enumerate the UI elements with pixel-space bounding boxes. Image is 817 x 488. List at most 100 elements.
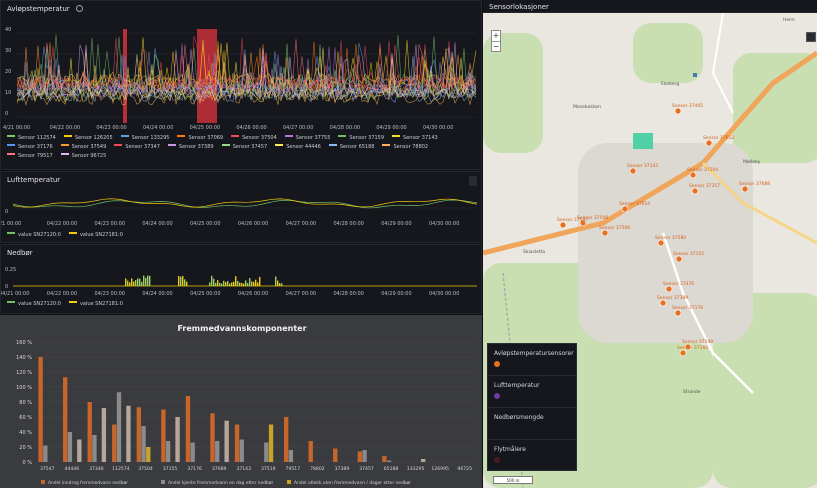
legend-swatch xyxy=(120,135,129,137)
x-tick-label: 04/27 00:00 xyxy=(285,291,317,297)
legend-label: Sensor 37176 xyxy=(18,144,53,150)
bar xyxy=(146,447,151,462)
x-tick-label: 04/27 00:00 xyxy=(285,221,317,227)
legend-item[interactable]: value SN27181:0 xyxy=(68,231,123,240)
sensor-label: Sensor 37504 xyxy=(687,167,718,173)
legend-item[interactable]: Sensor 78802 xyxy=(382,143,428,152)
legend-label: Sensor 37389 xyxy=(178,144,214,150)
legend-item[interactable]: Sensor 96725 xyxy=(60,152,106,161)
x-tick-label: 65188 xyxy=(384,466,399,472)
place-label: Strande xyxy=(683,389,701,395)
legend-swatch xyxy=(7,144,15,146)
legend-item[interactable]: Sensor 37755 xyxy=(284,134,330,143)
legend-item[interactable]: value SN27120:0 xyxy=(7,231,61,240)
bar xyxy=(87,402,92,462)
info-icon[interactable] xyxy=(75,5,83,12)
bar xyxy=(264,442,269,462)
fullscreen-icon[interactable] xyxy=(806,32,816,42)
bar xyxy=(224,420,229,462)
bar xyxy=(210,413,215,462)
rain-bar xyxy=(231,282,233,286)
legend-item[interactable]: Sensor 37143 xyxy=(392,134,438,143)
legend-swatch xyxy=(167,144,176,146)
sensor-label: Sensor 37476 xyxy=(663,281,694,287)
rain-bar xyxy=(219,282,221,286)
x-tick-label: 04/30 00:00 xyxy=(429,221,460,227)
legend-swatch xyxy=(60,153,69,155)
water-area xyxy=(633,133,653,149)
map-legend-row[interactable]: Lufttemperatur xyxy=(488,376,576,408)
rain-bar xyxy=(243,283,245,286)
legend-swatch xyxy=(231,135,240,137)
luft-legend: value SN27120:0 value SN27181:0 xyxy=(7,231,475,240)
x-tick-label: 44446 xyxy=(65,466,80,472)
rain-bar xyxy=(237,280,239,286)
map-legend-row[interactable]: Nedbørsmengde xyxy=(488,408,576,440)
y-tick-label: 120 % xyxy=(16,370,32,376)
map-legend-marker xyxy=(494,457,500,463)
legend-item[interactable]: Sensor 133295 xyxy=(120,134,169,143)
legend-item[interactable]: Sensor 126205 xyxy=(63,134,113,143)
legend-item[interactable]: Sensor 37347 xyxy=(114,143,160,152)
x-tick-label: 04/28 00:00 xyxy=(333,221,364,227)
rain-bar xyxy=(145,277,147,286)
legend-swatch xyxy=(161,480,165,484)
legend-label: Sensor 65188 xyxy=(339,144,375,150)
legend-item[interactable]: Sensor 37457 xyxy=(221,143,267,152)
sensor-label: Sensor 37160 xyxy=(677,345,708,351)
x-tick-label: 04/29 00:00 xyxy=(376,125,407,131)
legend-label: Sensor 44446 xyxy=(286,144,321,150)
x-tick-label: 37689 xyxy=(212,466,227,472)
legend-item[interactable]: Sensor 37504 xyxy=(231,134,277,143)
bar xyxy=(283,417,289,462)
legend-item[interactable]: Sensor 65188 xyxy=(328,143,375,152)
sensor-label: Sensor 37688 xyxy=(739,181,770,187)
legend-label: Sensor 37549 xyxy=(71,144,107,150)
legend-item[interactable]: Sensor 44446 xyxy=(275,143,321,152)
rain-bar xyxy=(229,283,231,286)
sensor-label: Sensor 37614 xyxy=(619,201,650,207)
zoom-out-button[interactable]: − xyxy=(492,41,500,51)
legend-item[interactable]: value SN27120:0 xyxy=(7,300,61,309)
legend-swatch xyxy=(275,144,284,146)
y-tick-label: 80 % xyxy=(19,400,32,406)
map-legend-row[interactable]: Flytmålere xyxy=(488,440,576,472)
panel-menu-icon[interactable] xyxy=(469,176,477,186)
sensor-label: Sensor 37143 xyxy=(627,163,658,169)
nedbor-chart[interactable] xyxy=(13,267,477,289)
rain-bar xyxy=(180,276,182,286)
legend-item[interactable]: value SN27181:0 xyxy=(68,300,123,309)
luft-chart[interactable] xyxy=(13,194,477,214)
rain-bar xyxy=(245,280,247,286)
x-tick-label: 04/28 00:00 xyxy=(329,125,361,131)
sensor-label: Sensor 37612 xyxy=(703,135,734,141)
legend-swatch xyxy=(114,144,123,146)
legend-label: value SN27181:0 xyxy=(79,301,123,307)
bar xyxy=(386,460,392,462)
rain-bar xyxy=(277,280,279,286)
avlop-chart[interactable] xyxy=(17,29,477,123)
fremmedvann-chart[interactable]: Fremmedvannskomponenter 160 % 140 % 120 % 10… xyxy=(1,316,482,488)
x-tick-label: 04/24 00:00 xyxy=(143,125,174,131)
map-legend-row[interactable]: Avløpstemperatursensorer xyxy=(488,344,576,376)
rain-bar xyxy=(253,281,255,286)
x-tick-label: 112574 xyxy=(112,466,130,472)
map-legend-marker xyxy=(494,393,500,399)
legend-item[interactable]: Sensor 37176 xyxy=(7,143,53,152)
legend-swatch xyxy=(287,480,291,484)
legend-item[interactable]: Sensor 37549 xyxy=(60,143,107,152)
legend-item[interactable]: Sensor 37159 xyxy=(338,134,384,143)
legend-label: value SN27120:0 xyxy=(18,301,61,307)
x-tick-label: 37176 xyxy=(187,466,202,472)
legend-item[interactable]: Sensor 79517 xyxy=(7,152,53,161)
legend-label: Sensor 37504 xyxy=(242,135,277,141)
legend-item[interactable]: Sensor 37069 xyxy=(177,134,223,143)
legend-item[interactable]: Sensor 112574 xyxy=(7,134,56,143)
rain-bar xyxy=(221,283,223,286)
legend-label: Andel inndrag fremmedvann nedbør xyxy=(48,480,128,486)
zoom-in-button[interactable]: + xyxy=(492,31,500,41)
x-tick-label: 04/23 00:00 xyxy=(94,291,125,297)
rain-bar xyxy=(184,279,186,286)
legend-item[interactable]: Sensor 37389 xyxy=(167,143,214,152)
sensor-label: Sensor 37317 xyxy=(689,183,720,189)
